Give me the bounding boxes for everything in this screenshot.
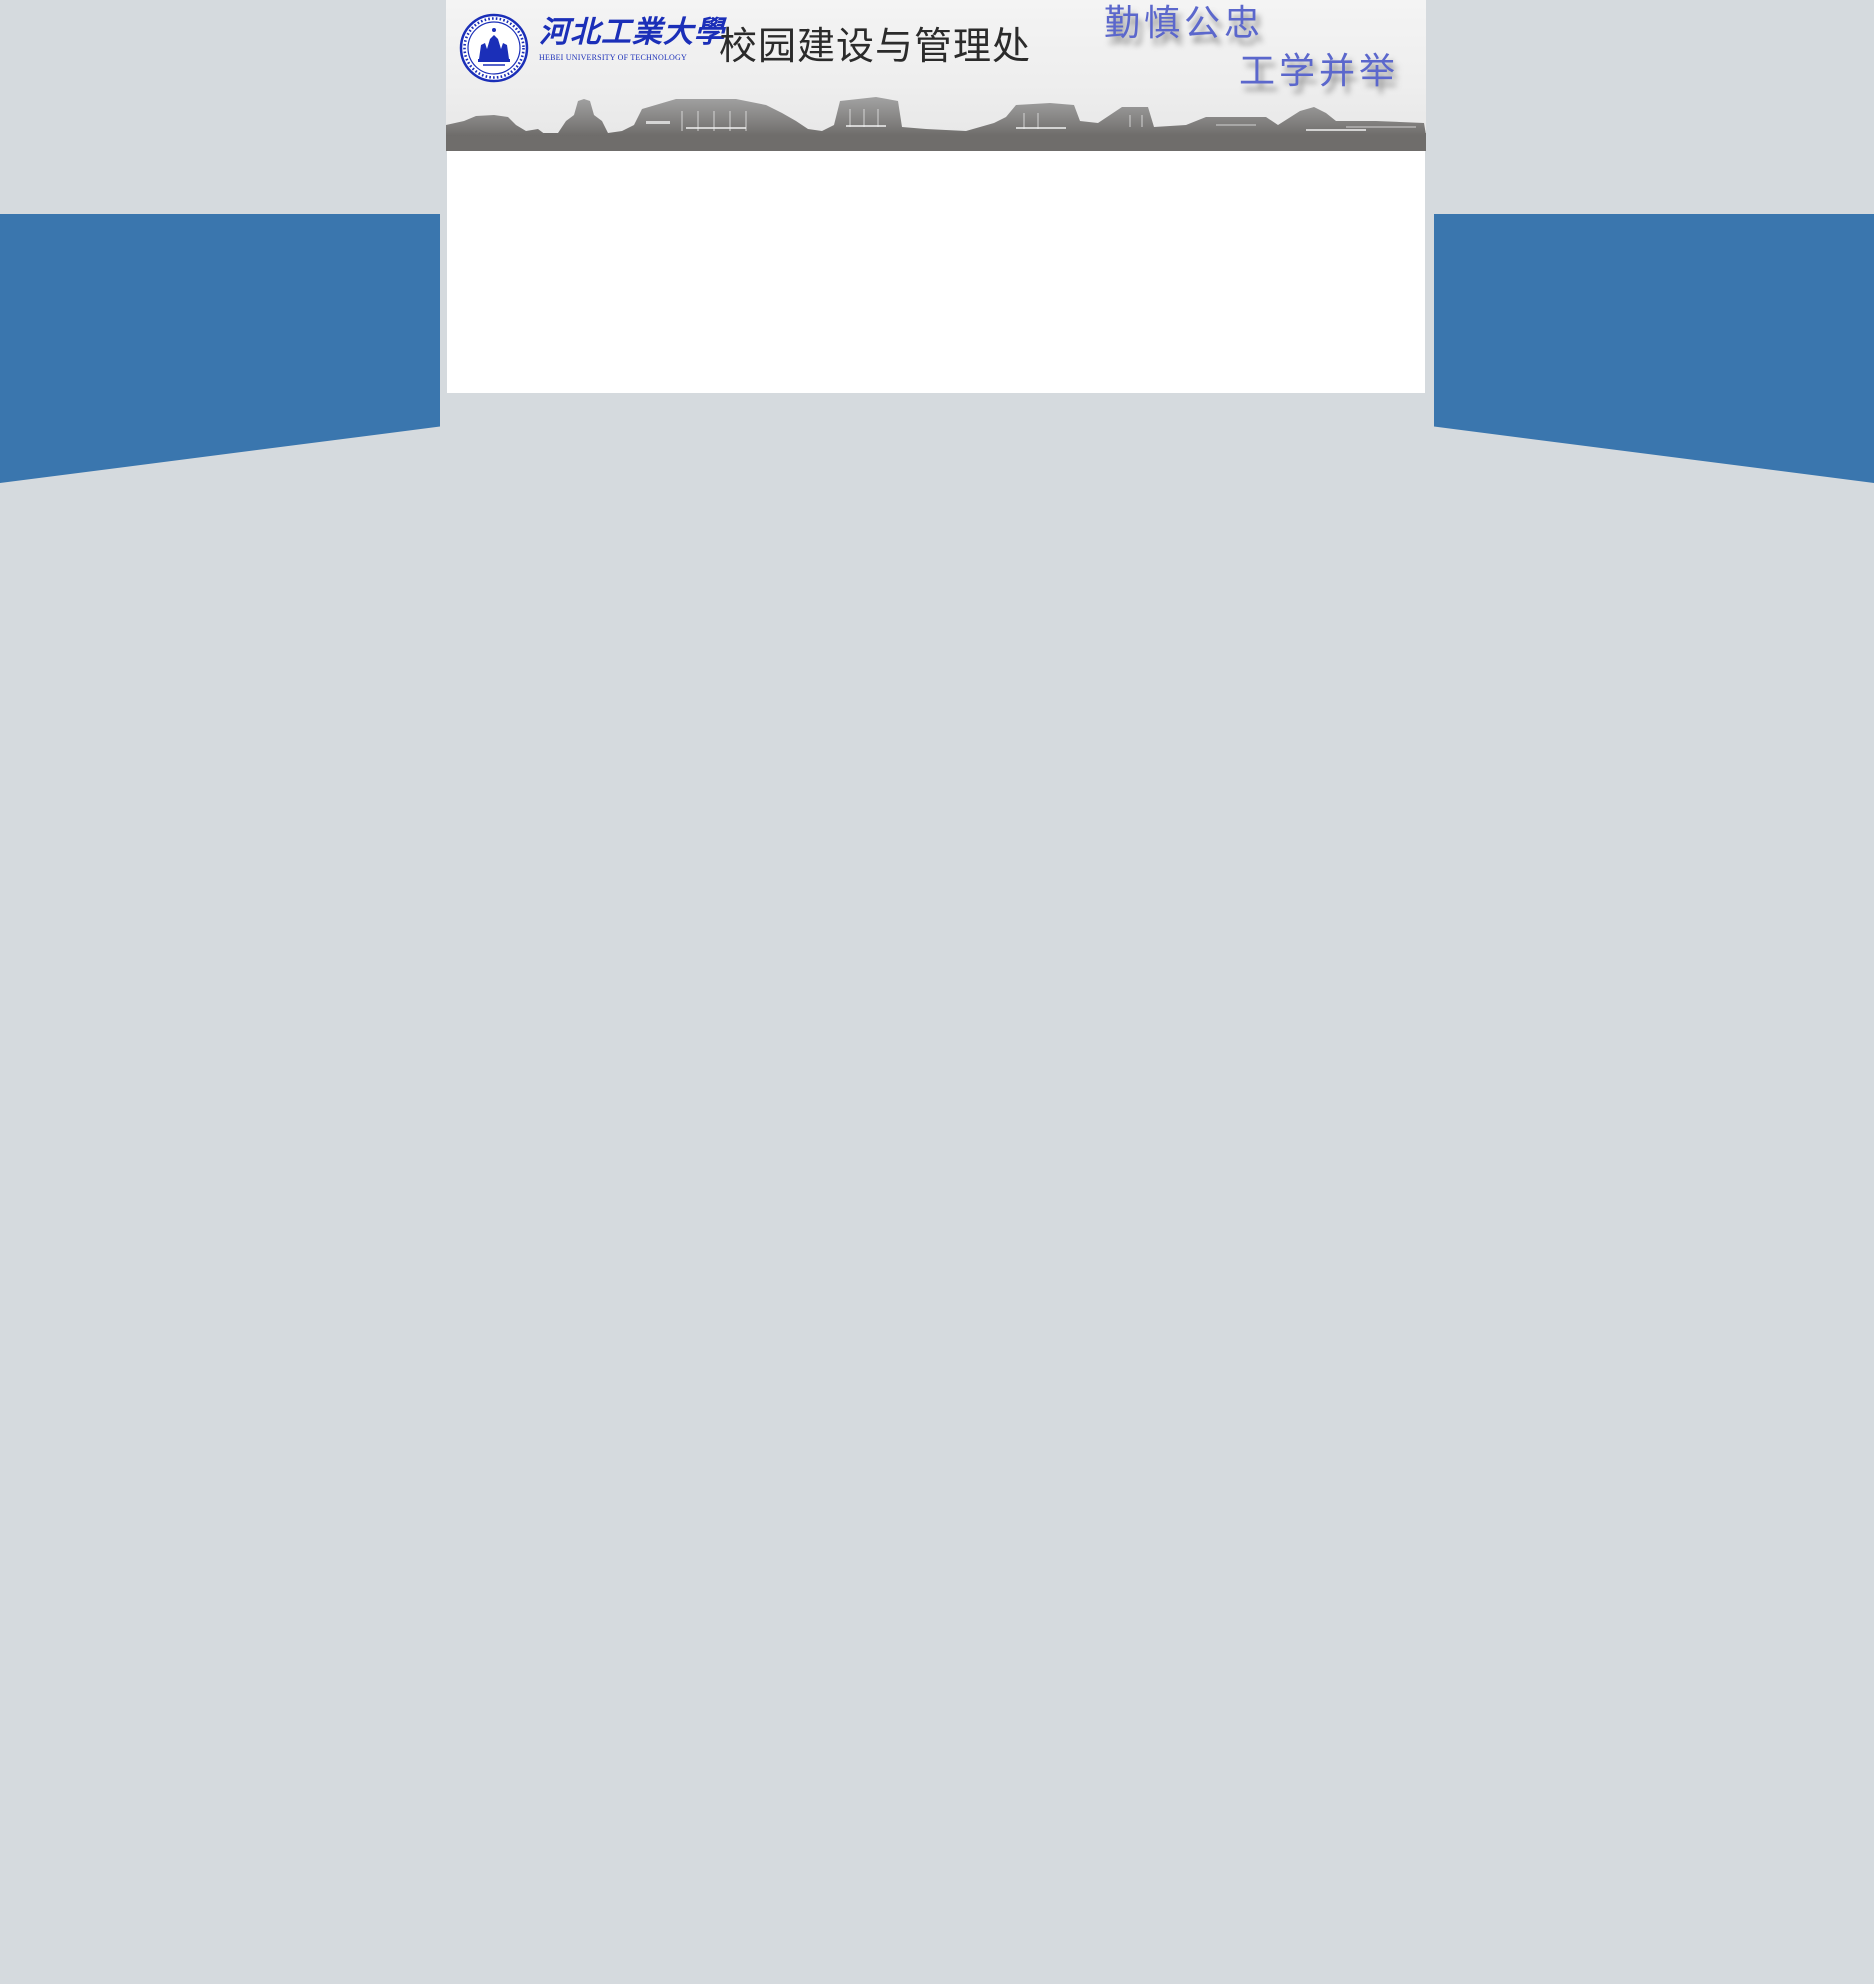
right-blue-band bbox=[1434, 214, 1874, 483]
left-blue-band bbox=[0, 214, 440, 483]
header-banner: 河北工業大學 HEBEI UNIVERSITY OF TECHNOLOGY 校园… bbox=[446, 0, 1426, 151]
university-name-en: HEBEI UNIVERSITY OF TECHNOLOGY bbox=[539, 53, 687, 62]
university-name-cn: 河北工業大學 bbox=[539, 15, 725, 50]
content-area bbox=[447, 151, 1425, 393]
page-wrapper: 河北工業大學 HEBEI UNIVERSITY OF TECHNOLOGY 校园… bbox=[446, 0, 1426, 393]
department-title: 校园建设与管理处 bbox=[719, 24, 1032, 68]
motto-line-1: 勤慎公忠 bbox=[1104, 3, 1265, 44]
university-seal-icon[interactable] bbox=[459, 13, 529, 83]
university-logotype[interactable]: 河北工業大學 HEBEI UNIVERSITY OF TECHNOLOGY bbox=[539, 15, 725, 63]
campus-skyline-image bbox=[446, 97, 1426, 151]
